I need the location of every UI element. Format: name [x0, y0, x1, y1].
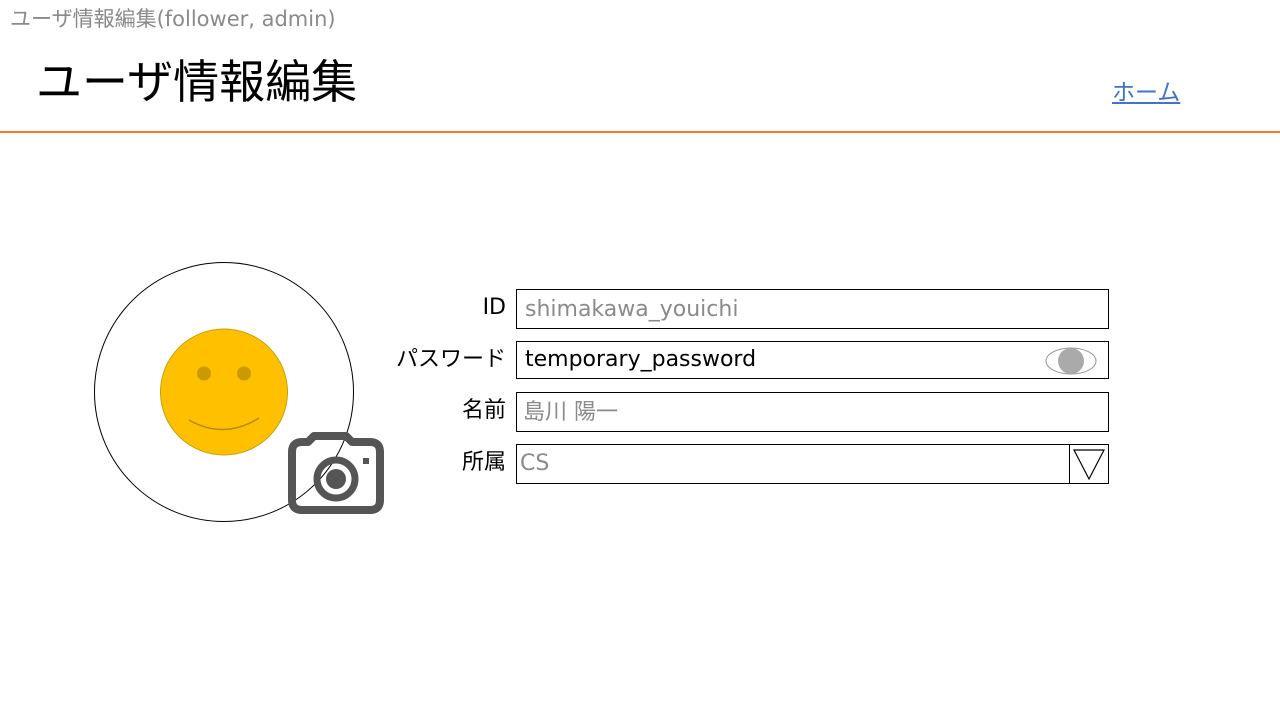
password-label: パスワード: [395, 347, 506, 372]
id-label: ID: [482, 295, 506, 320]
home-link[interactable]: ホーム: [1112, 73, 1180, 107]
affiliation-selected-value: CS: [520, 451, 550, 476]
id-field-box: [516, 289, 1109, 329]
password-field[interactable]: temporary_password: [516, 341, 1109, 379]
affiliation-label: 所属: [461, 450, 506, 475]
eye-icon[interactable]: [1044, 346, 1098, 376]
name-row: 名前: [0, 392, 1280, 432]
affiliation-select[interactable]: CS: [516, 444, 1109, 484]
password-value: temporary_password: [525, 347, 757, 372]
affiliation-dropdown-button[interactable]: [1069, 445, 1108, 483]
name-field-box: [516, 392, 1109, 432]
id-row: ID: [0, 289, 1280, 329]
name-input[interactable]: [517, 393, 1023, 431]
triangle-down-icon: [1073, 449, 1105, 481]
name-label: 名前: [461, 398, 506, 423]
affiliation-row: 所属 CS: [0, 444, 1280, 484]
id-input[interactable]: [517, 290, 1025, 328]
password-row: パスワード temporary_password: [0, 341, 1280, 381]
